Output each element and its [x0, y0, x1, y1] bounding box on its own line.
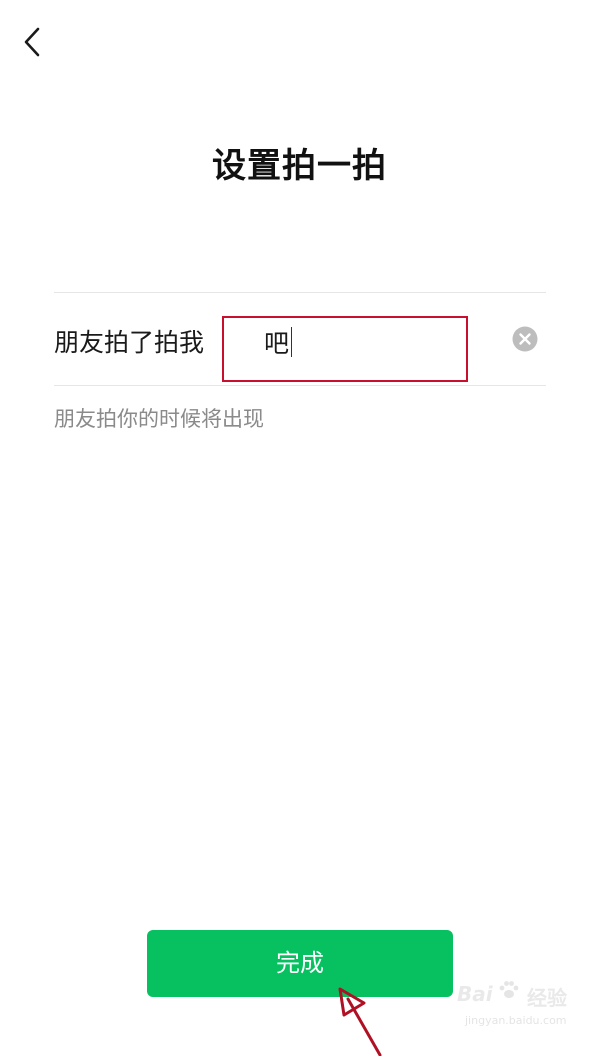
- done-button[interactable]: 完成: [147, 930, 453, 997]
- baidu-jingyan-watermark: Bai 经验 jingyan.baidu.com: [457, 978, 587, 1032]
- pat-text-row: 朋友拍了拍我 吧: [54, 293, 546, 385]
- watermark-url: jingyan.baidu.com: [465, 1014, 567, 1027]
- text-cursor: [291, 327, 292, 357]
- watermark-text: 经验: [527, 986, 567, 1010]
- clear-circle-icon: [512, 326, 538, 352]
- watermark-logo: Bai: [457, 982, 493, 1006]
- pat-prefix-label: 朋友拍了拍我: [54, 328, 205, 357]
- back-button[interactable]: [14, 20, 54, 64]
- pat-setting-screen: 设置拍一拍 朋友拍了拍我 吧 朋友拍你的时候将出现 完成 Bai 经验 jing…: [0, 0, 599, 1056]
- pat-suffix-input[interactable]: [222, 316, 468, 382]
- paw-icon: [499, 981, 519, 998]
- chevron-left-icon: [24, 27, 40, 57]
- annotation-arrow-icon: [338, 987, 382, 1056]
- divider-bottom: [54, 385, 546, 386]
- hint-text: 朋友拍你的时候将出现: [54, 407, 264, 431]
- page-title: 设置拍一拍: [212, 146, 387, 186]
- pat-suffix-value: 吧: [264, 329, 290, 358]
- clear-button[interactable]: [512, 326, 538, 352]
